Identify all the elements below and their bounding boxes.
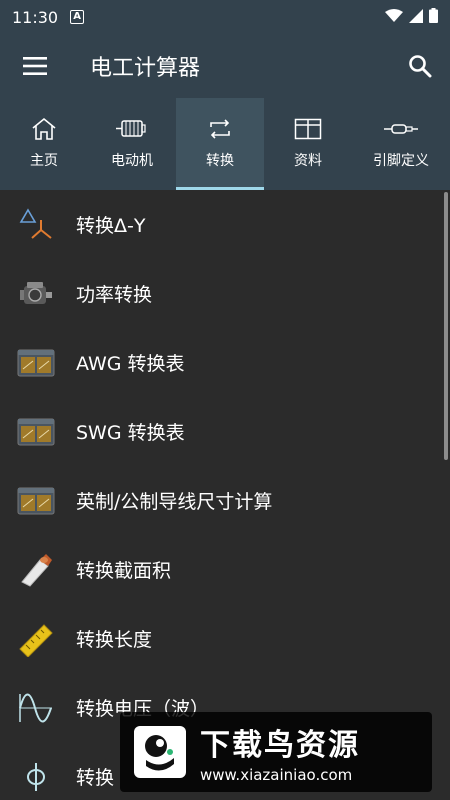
hamburger-menu-icon[interactable] (0, 34, 70, 98)
scrollbar[interactable] (444, 192, 448, 460)
status-time: 11:30 (12, 7, 59, 27)
list-item-delta-star[interactable]: 转换Δ-Y (0, 190, 450, 259)
connector-icon (384, 116, 418, 142)
ruler-icon (0, 621, 76, 657)
list-item-label: 转换长度 (76, 629, 153, 651)
list-item-awg[interactable]: AWG 转换表 (0, 328, 450, 397)
bird-logo-icon (128, 720, 192, 784)
table-icon (294, 116, 322, 142)
sine-wave-icon (0, 692, 76, 724)
list-item-power[interactable]: 功率转换 (0, 259, 450, 328)
tab-label: 资料 (294, 153, 322, 169)
list-item-swg[interactable]: SWG 转换表 (0, 397, 450, 466)
conversion-list: 转换Δ-Y 功率转换 AWG 转换表 SWG 转换表 英制/公制导线尺寸计算 转… (0, 190, 450, 800)
awg-table-icon (0, 349, 76, 377)
tab-label: 电动机 (111, 153, 153, 169)
list-item-label: 英制/公制导线尺寸计算 (76, 491, 273, 513)
watermark-url: www.xiazainiao.com (200, 766, 353, 784)
delta-star-icon (0, 207, 76, 242)
list-item-label: SWG 转换表 (76, 422, 185, 444)
list-item-label: AWG 转换表 (76, 353, 185, 375)
wire-size-icon (0, 487, 76, 515)
list-item-label: 功率转换 (76, 284, 153, 306)
notification-icon: A (70, 10, 85, 24)
list-item-cross-section[interactable]: 转换截面积 (0, 535, 450, 604)
list-item-label: 转换Δ-Y (76, 215, 146, 237)
swg-table-icon (0, 418, 76, 446)
tab-label: 转换 (206, 153, 234, 169)
tab-convert[interactable]: 转换 (176, 98, 264, 190)
tab-label: 主页 (30, 153, 58, 169)
tab-motor[interactable]: 电动机 (88, 98, 176, 190)
cable-cross-section-icon (0, 552, 76, 588)
motor-icon (116, 116, 148, 142)
search-icon[interactable] (390, 34, 450, 98)
app-bar: 电工计算器 (0, 34, 450, 98)
status-right (385, 7, 438, 27)
list-item-length[interactable]: 转换长度 (0, 604, 450, 673)
wifi-icon (385, 8, 403, 27)
watermark-text: 下载鸟资源 www.xiazainiao.com (200, 720, 360, 784)
tab-data[interactable]: 资料 (264, 98, 352, 190)
signal-icon (409, 8, 423, 27)
phi-icon (0, 761, 76, 793)
tab-pinout[interactable]: 引脚定义 (352, 98, 450, 190)
watermark: 下载鸟资源 www.xiazainiao.com (120, 712, 432, 792)
status-bar: 11:30 A (0, 0, 450, 34)
tab-label: 引脚定义 (373, 153, 429, 169)
watermark-title: 下载鸟资源 (200, 728, 360, 763)
list-item-label: 转换 (76, 767, 115, 789)
battery-icon (429, 7, 438, 27)
engine-icon (0, 278, 76, 310)
list-item-label: 转换截面积 (76, 560, 172, 582)
page-title: 电工计算器 (90, 56, 201, 81)
tab-bar: 主页 电动机 转换 资料 引脚定义 (0, 98, 450, 190)
convert-icon (207, 116, 233, 142)
home-icon (31, 116, 57, 142)
list-item-wire-size[interactable]: 英制/公制导线尺寸计算 (0, 466, 450, 535)
tab-home[interactable]: 主页 (0, 98, 88, 190)
